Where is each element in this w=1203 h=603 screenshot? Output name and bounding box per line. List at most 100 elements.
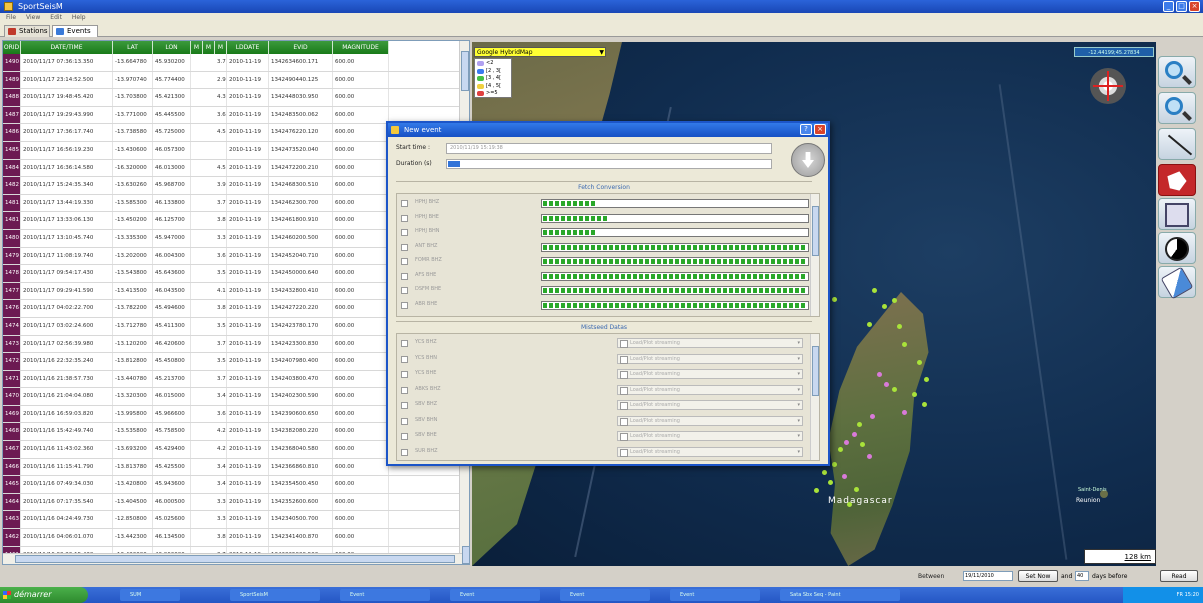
load-mode-select[interactable]: Load/Plot streaming ▾ xyxy=(617,400,803,410)
event-marker[interactable] xyxy=(832,297,837,302)
taskbar-item[interactable]: Event xyxy=(670,589,760,601)
map-scrollbar[interactable] xyxy=(462,546,470,564)
load-mode-select[interactable]: Load/Plot streaming ▾ xyxy=(617,446,803,457)
event-marker[interactable] xyxy=(842,474,847,479)
taskbar-item[interactable]: SUM xyxy=(120,589,180,601)
channel-checkbox[interactable] xyxy=(401,287,408,294)
table-row[interactable]: 1463 2010/11/16 04:24:49.730 -12.850800 45.… xyxy=(3,511,461,530)
compass-icon[interactable] xyxy=(1090,68,1126,104)
table-row[interactable]: 1490 2010/11/17 07:36:13.350 -13.664780 45.… xyxy=(3,54,461,72)
table-row[interactable]: 1489 2010/11/17 23:14:52.500 -13.970740 45.… xyxy=(3,71,461,90)
channel-checkbox[interactable] xyxy=(401,448,408,456)
event-marker[interactable] xyxy=(882,304,887,309)
event-marker[interactable] xyxy=(884,382,889,387)
event-marker[interactable] xyxy=(838,447,843,452)
event-marker[interactable] xyxy=(867,322,872,327)
event-marker[interactable] xyxy=(854,487,859,492)
event-marker[interactable] xyxy=(897,324,902,329)
event-marker[interactable] xyxy=(847,502,852,507)
column-header[interactable]: DATE/TIME xyxy=(21,41,113,54)
event-marker[interactable] xyxy=(892,298,897,303)
taskbar-item[interactable]: Event xyxy=(560,589,650,601)
event-marker[interactable] xyxy=(852,432,857,437)
menu-help[interactable]: Help xyxy=(72,13,86,23)
channel-checkbox[interactable] xyxy=(401,301,408,309)
column-header[interactable]: M xyxy=(215,41,227,54)
download-button[interactable] xyxy=(791,143,825,177)
column-header[interactable]: LON xyxy=(153,41,191,54)
column-header[interactable]: LAT xyxy=(113,41,153,54)
channel-checkbox[interactable] xyxy=(401,355,408,363)
column-header[interactable]: ORID xyxy=(3,41,21,54)
column-header[interactable]: MAGNITUDE xyxy=(333,41,389,54)
channel-checkbox[interactable] xyxy=(401,340,408,347)
event-marker[interactable] xyxy=(917,360,922,365)
event-marker[interactable] xyxy=(857,422,862,427)
maximize-button[interactable]: □ xyxy=(1176,1,1187,12)
pie-button[interactable] xyxy=(1158,232,1196,264)
map-layer-select[interactable]: Google HybridMap ▼ xyxy=(474,47,606,57)
start-time-field[interactable]: 2010/11/19 15:19:38 xyxy=(446,143,772,154)
tab-stations[interactable]: Stations xyxy=(4,25,50,37)
column-header[interactable]: M xyxy=(191,41,203,54)
channel-checkbox[interactable] xyxy=(401,402,408,409)
event-marker[interactable] xyxy=(892,387,897,392)
load-mode-select[interactable]: Load/Plot streaming ▾ xyxy=(617,384,803,395)
tab-events[interactable]: Events xyxy=(52,25,98,37)
layers-button[interactable] xyxy=(1158,198,1196,230)
dialog-close-button[interactable]: × xyxy=(814,124,826,135)
set-now-button[interactable]: Set Now xyxy=(1018,570,1058,582)
fetch-list-scrollbar[interactable] xyxy=(810,194,819,316)
channel-checkbox[interactable] xyxy=(401,386,408,394)
red-map-button[interactable] xyxy=(1158,164,1196,196)
duration-field[interactable] xyxy=(446,159,772,169)
load-mode-select[interactable]: Load/Plot streaming ▾ xyxy=(617,369,803,379)
channel-checkbox[interactable] xyxy=(401,272,408,280)
event-marker[interactable] xyxy=(902,342,907,347)
load-mode-select[interactable]: Load/Plot streaming ▾ xyxy=(617,353,803,364)
column-header[interactable]: EVID xyxy=(269,41,333,54)
channel-checkbox[interactable] xyxy=(401,214,408,222)
event-marker[interactable] xyxy=(828,480,833,485)
table-row[interactable]: 1488 2010/11/17 19:48:45.420 -13.703800 45.… xyxy=(3,89,461,107)
dialog-help-button[interactable]: ? xyxy=(800,124,812,135)
channel-checkbox[interactable] xyxy=(401,200,408,207)
date-field[interactable]: 19/11/2010 xyxy=(963,571,1013,581)
taskbar-item[interactable]: SportSeisM xyxy=(230,589,320,601)
event-marker[interactable] xyxy=(902,410,907,415)
channel-checkbox[interactable] xyxy=(401,229,408,236)
zoom-out-button[interactable] xyxy=(1158,92,1196,124)
menu-edit[interactable]: Edit xyxy=(50,13,62,23)
channel-checkbox[interactable] xyxy=(401,433,408,440)
read-button[interactable]: Read xyxy=(1160,570,1198,582)
taskbar-item[interactable]: Event xyxy=(340,589,430,601)
event-marker[interactable] xyxy=(860,442,865,447)
event-marker[interactable] xyxy=(872,288,877,293)
load-mode-select[interactable]: Load/Plot streaming ▾ xyxy=(617,338,803,348)
table-row[interactable]: 1464 2010/11/16 07:17:35.540 -13.404500 46.… xyxy=(3,493,461,512)
event-marker[interactable] xyxy=(922,402,927,407)
taskbar-item[interactable]: Event xyxy=(450,589,540,601)
channel-checkbox[interactable] xyxy=(401,243,408,251)
load-mode-select[interactable]: Load/Plot streaming ▾ xyxy=(617,415,803,426)
table-row[interactable]: 1465 2010/11/16 07:49:34.030 -13.420800 45.… xyxy=(3,476,461,494)
table-row[interactable]: 1462 2010/11/16 04:06:01.070 -13.442300 46.… xyxy=(3,529,461,547)
close-button[interactable]: × xyxy=(1189,1,1200,12)
load-mode-select[interactable]: Load/Plot streaming ▾ xyxy=(617,431,803,441)
line-tool-button[interactable] xyxy=(1158,128,1196,160)
event-marker[interactable] xyxy=(814,488,819,493)
event-marker[interactable] xyxy=(832,462,837,467)
event-marker[interactable] xyxy=(912,392,917,397)
minimize-button[interactable]: _ xyxy=(1163,1,1174,12)
column-header[interactable]: LDDATE xyxy=(227,41,269,54)
taskbar-item[interactable]: Sata Sbx Seq - Paint xyxy=(780,589,900,601)
eraser-button[interactable] xyxy=(1158,266,1196,300)
menu-view[interactable]: View xyxy=(26,13,40,23)
event-marker[interactable] xyxy=(870,414,875,419)
event-marker[interactable] xyxy=(844,440,849,445)
menu-file[interactable]: File xyxy=(6,13,16,23)
event-marker[interactable] xyxy=(924,377,929,382)
zoom-in-button[interactable] xyxy=(1158,56,1196,88)
event-marker[interactable] xyxy=(867,454,872,459)
channel-checkbox[interactable] xyxy=(401,258,408,265)
